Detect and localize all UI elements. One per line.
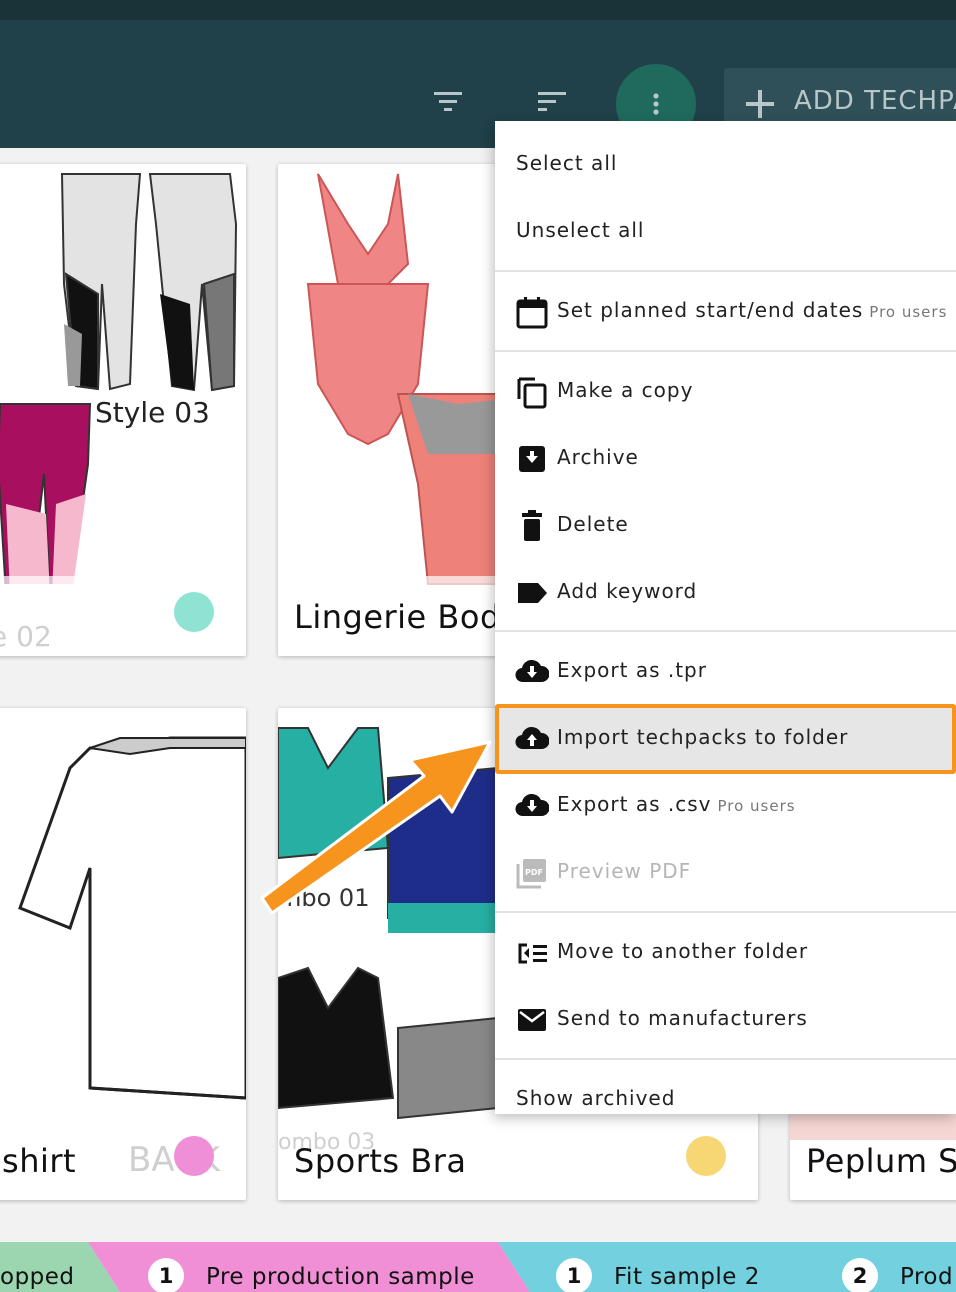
menu-item-label: Select all xyxy=(516,151,618,175)
sports-bra-sketch: mbo 01 xyxy=(278,727,499,1120)
filter-icon[interactable] xyxy=(430,84,466,120)
card-title: Lingerie Body xyxy=(294,598,508,636)
menu-divider xyxy=(495,630,956,632)
menu-item-label: Export as .tpr xyxy=(557,658,707,682)
menu-item-select-all[interactable]: Select all xyxy=(495,131,956,198)
top-strip xyxy=(0,0,956,20)
techpack-card[interactable]: Peplum S xyxy=(790,1110,956,1200)
menu-item-label: Set planned start/end dates xyxy=(557,298,864,322)
menu-item-add-keyword[interactable]: Add keyword xyxy=(495,559,956,626)
plus-icon xyxy=(746,90,774,118)
pipeline-count: 2 xyxy=(842,1258,878,1292)
techpack-card[interactable]: -shirt BACK xyxy=(0,708,246,1200)
card-title: -shirt xyxy=(0,1142,77,1180)
pipeline-segment[interactable]: opped xyxy=(0,1242,120,1292)
menu-item-export-tpr[interactable]: Export as .tpr xyxy=(495,638,956,705)
svg-text:PDF: PDF xyxy=(525,868,543,877)
card-title: Peplum S xyxy=(806,1142,956,1180)
pipeline-label: Pre production sample xyxy=(206,1264,475,1290)
sketch-label: mbo 01 xyxy=(278,884,369,912)
pipeline-label: Fit sample 2 xyxy=(614,1264,760,1290)
menu-item-unselect-all[interactable]: Unselect all xyxy=(495,198,956,265)
archive-icon xyxy=(519,446,545,472)
menu-item-label: Export as .csv xyxy=(557,792,712,816)
leggings-sketch: Style 03 xyxy=(0,173,238,584)
menu-divider xyxy=(495,270,956,272)
trash-icon xyxy=(522,510,542,541)
pro-badge: Pro users xyxy=(717,797,796,815)
menu-item-label: Archive xyxy=(557,445,639,469)
card-title: e 02 xyxy=(0,620,52,653)
more-options-menu: Select all Unselect all Set planned star… xyxy=(495,121,956,1114)
mail-icon xyxy=(518,1009,546,1031)
techpack-card[interactable]: Style 03 e 02 xyxy=(0,164,246,656)
pro-badge: Pro users xyxy=(869,303,948,321)
card-title: Sports Bra xyxy=(294,1142,467,1180)
pipeline-label: opped xyxy=(0,1264,75,1290)
menu-item-set-dates[interactable]: Set planned start/end dates Pro users xyxy=(495,278,956,345)
sort-icon[interactable] xyxy=(534,84,570,120)
menu-divider xyxy=(495,1058,956,1060)
cloud-download-icon xyxy=(515,793,549,817)
more-vert-icon xyxy=(653,93,659,115)
menu-item-move-folder[interactable]: Move to another folder xyxy=(495,919,956,986)
status-dot xyxy=(686,1136,726,1176)
menu-item-delete[interactable]: Delete xyxy=(495,492,956,559)
pipeline-count: 1 xyxy=(148,1258,184,1292)
menu-item-label: Move to another folder xyxy=(557,939,809,963)
tshirt-sketch xyxy=(0,718,246,1108)
pdf-icon: PDF xyxy=(516,859,546,889)
add-techpack-label: ADD TECHPA xyxy=(794,86,956,116)
move-to-folder-icon xyxy=(518,943,547,964)
cloud-download-icon xyxy=(515,659,549,683)
menu-item-label: Unselect all xyxy=(516,218,645,242)
peplum-sketch xyxy=(790,1110,956,1140)
menu-item-make-copy[interactable]: Make a copy xyxy=(495,358,956,425)
menu-item-preview-pdf[interactable]: PDF Preview PDF xyxy=(495,839,956,906)
menu-divider xyxy=(495,911,956,913)
menu-item-label: Add keyword xyxy=(557,579,698,603)
menu-item-label: Preview PDF xyxy=(557,859,692,883)
status-dot xyxy=(174,1136,214,1176)
menu-item-show-archived[interactable]: Show archived xyxy=(495,1066,956,1114)
pipeline-count: 1 xyxy=(556,1258,592,1292)
highlight-box xyxy=(495,704,956,774)
menu-item-export-csv[interactable]: Export as .csv Pro users xyxy=(495,772,956,839)
sketch-label: Style 03 xyxy=(95,396,210,429)
label-icon xyxy=(518,583,547,603)
pipeline-segment[interactable]: 1 Pre production sample xyxy=(120,1242,530,1292)
menu-item-archive[interactable]: Archive xyxy=(495,425,956,492)
pipeline-segment[interactable]: 1 Fit sample 2 xyxy=(530,1242,820,1292)
pipeline-label: Prod xyxy=(900,1264,954,1290)
copy-icon xyxy=(517,377,547,409)
menu-item-send-manufacturers[interactable]: Send to manufacturers xyxy=(495,986,956,1053)
pipeline-segment[interactable]: 2 Prod xyxy=(820,1242,956,1292)
menu-divider xyxy=(495,350,956,352)
status-pipeline-bar: opped 1 Pre production sample 1 Fit samp… xyxy=(0,1242,956,1292)
menu-item-label: Make a copy xyxy=(557,378,694,402)
calendar-icon xyxy=(516,297,548,329)
menu-item-label: Delete xyxy=(557,512,629,536)
bodysuit-sketch xyxy=(306,173,508,585)
techpack-card[interactable]: Lingerie Body xyxy=(278,164,508,656)
menu-item-label: Show archived xyxy=(516,1086,676,1110)
status-dot xyxy=(174,592,214,632)
menu-item-label: Send to manufacturers xyxy=(557,1006,808,1030)
